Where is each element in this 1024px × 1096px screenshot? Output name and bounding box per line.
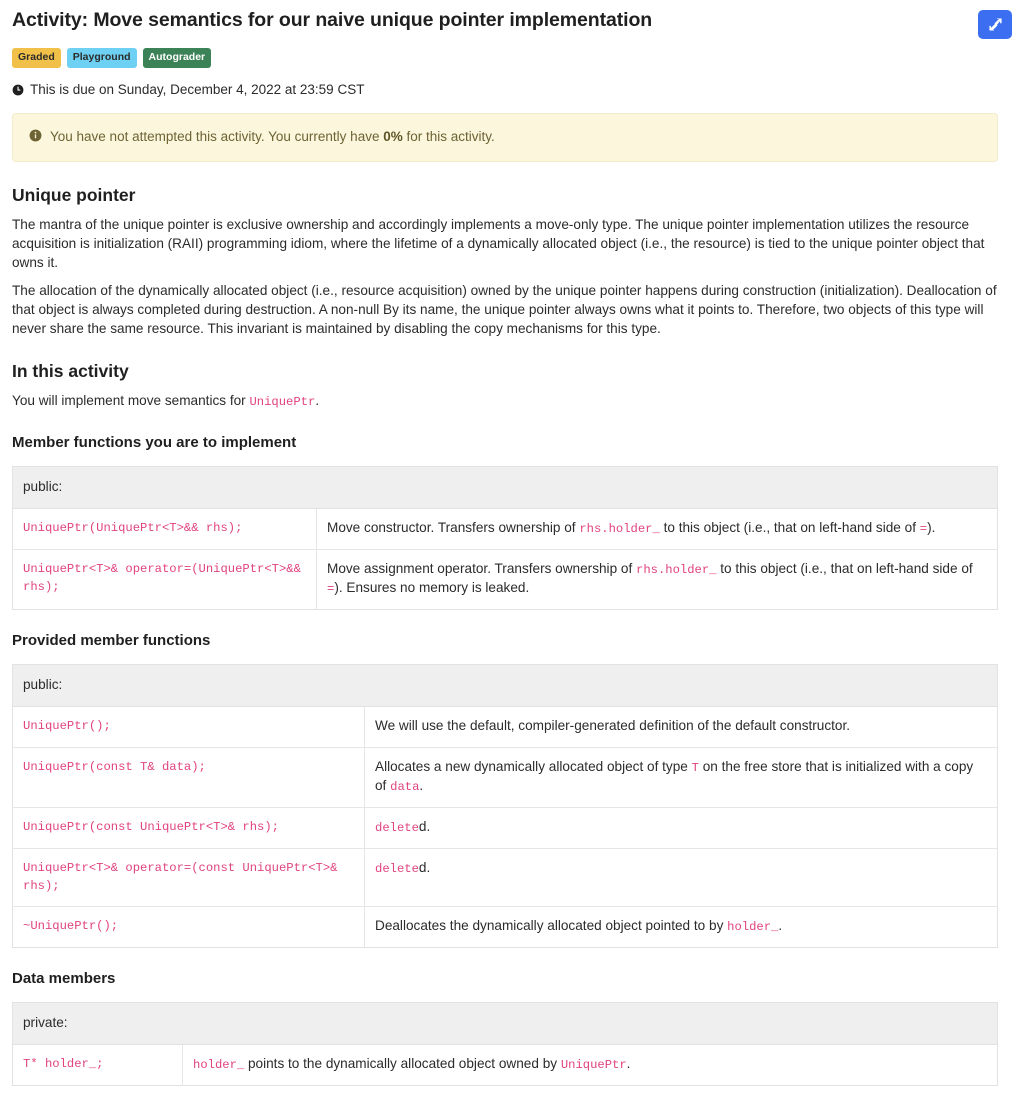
- section-heading-provided-member-functions: Provided member functions: [12, 631, 211, 649]
- member-signature: UniquePtr(UniquePtr<T>&& rhs);: [12, 508, 317, 549]
- table-row: UniquePtr(UniquePtr<T>&& rhs); Move cons…: [12, 508, 998, 549]
- badge-autograder: Autograder: [142, 48, 212, 68]
- member-description: Deallocates the dynamically allocated ob…: [364, 905, 998, 947]
- table-row: UniquePtr<T>& operator=(UniquePtr<T>&& r…: [12, 548, 998, 609]
- inline-code: holder_: [193, 1057, 245, 1072]
- member-signature: UniquePtr<T>& operator=(const UniquePtr<…: [12, 847, 365, 906]
- member-description: Move assignment operator. Transfers owne…: [316, 548, 998, 609]
- inline-code: T: [691, 760, 699, 775]
- section-heading-unique-pointer: Unique pointer: [12, 184, 136, 205]
- page-header: Activity: Move semantics for our naive u…: [12, 8, 1012, 39]
- table-header-row: public:: [12, 466, 998, 509]
- table-member-functions-to-implement: public: UniquePtr(UniquePtr<T>&& rhs); M…: [12, 465, 998, 610]
- table-row: ~UniquePtr(); Deallocates the dynamicall…: [12, 905, 998, 947]
- table-row: T* holder_; holder_ points to the dynami…: [12, 1044, 998, 1085]
- status-alert: You have not attempted this activity. Yo…: [12, 112, 998, 162]
- expand-fullscreen-button[interactable]: [978, 10, 1012, 39]
- desc-part-1: We will use the default, compiler-genera…: [375, 717, 851, 733]
- paragraph-unique-pointer-1: The mantra of the unique pointer is excl…: [12, 216, 985, 270]
- table-header-row: private:: [12, 1002, 998, 1045]
- inline-code: rhs.holder_: [579, 521, 660, 536]
- desc-part-1: Allocates a new dynamically allocated ob…: [375, 758, 692, 774]
- due-date-line: This is due on Sunday, December 4, 2022 …: [12, 81, 998, 99]
- activity-page: Activity: Move semantics for our naive u…: [0, 0, 1024, 1096]
- member-signature: UniquePtr<T>& operator=(UniquePtr<T>&& r…: [12, 548, 317, 609]
- table-row: UniquePtr(const T& data); Allocates a ne…: [12, 746, 998, 807]
- inline-code: data: [390, 779, 420, 794]
- due-date-text: This is due on Sunday, December 4, 2022 …: [30, 81, 365, 97]
- member-signature: UniquePtr();: [12, 706, 365, 747]
- status-alert-text: You have not attempted this activity. Yo…: [50, 128, 495, 146]
- page-title: Activity: Move semantics for our naive u…: [12, 9, 653, 31]
- inline-code: delete: [375, 861, 419, 876]
- inline-code-uniqueptr: UniquePtr: [249, 394, 316, 409]
- member-description: deleted.: [364, 806, 998, 848]
- expand-icon: [988, 17, 1003, 32]
- section-heading-data-members: Data members: [12, 969, 116, 987]
- desc-part-2: .: [778, 917, 783, 933]
- table-data-members: private: T* holder_; holder_ points to t…: [12, 1001, 998, 1086]
- section-heading-member-functions-to-implement: Member functions you are to implement: [12, 433, 297, 451]
- member-signature: ~UniquePtr();: [12, 905, 365, 947]
- table-header-access-specifier: public:: [12, 664, 998, 707]
- inline-code: rhs.holder_: [636, 562, 717, 577]
- clock-icon: [12, 84, 24, 96]
- member-description: deleted.: [364, 847, 998, 906]
- desc-part-2: points to the dynamically allocated obje…: [244, 1055, 561, 1071]
- inline-code: =: [919, 521, 928, 536]
- desc-part-3: .: [626, 1055, 631, 1071]
- desc-part-3: ).: [927, 519, 936, 535]
- desc-part-1: Deallocates the dynamically allocated ob…: [375, 917, 728, 933]
- desc-part-2: to this object (i.e., that on left-hand …: [716, 560, 973, 576]
- member-description: Allocates a new dynamically allocated ob…: [364, 746, 998, 807]
- table-row: UniquePtr(); We will use the default, co…: [12, 706, 998, 747]
- desc-part-1: Move assignment operator. Transfers owne…: [327, 560, 637, 576]
- info-icon: [29, 129, 42, 147]
- table-row: UniquePtr(const UniquePtr<T>& rhs); dele…: [12, 806, 998, 848]
- member-signature: UniquePtr(const T& data);: [12, 746, 365, 807]
- inline-code: UniquePtr: [560, 1057, 627, 1072]
- table-header-access-specifier: public:: [12, 466, 998, 509]
- paragraph-unique-pointer-2: The allocation of the dynamically alloca…: [12, 282, 997, 336]
- table-row: UniquePtr<T>& operator=(const UniquePtr<…: [12, 847, 998, 906]
- table-provided-member-functions: public: UniquePtr(); We will use the def…: [12, 663, 998, 948]
- table-header-access-specifier: private:: [12, 1002, 998, 1045]
- badge-playground: Playground: [66, 48, 137, 68]
- desc-part-3: .: [419, 777, 424, 793]
- table-header-row: public:: [12, 664, 998, 707]
- section-heading-in-this-activity: In this activity: [12, 360, 129, 381]
- intro-text-before: You will implement move semantics for: [12, 392, 250, 408]
- inline-code: holder_: [727, 919, 779, 934]
- desc-part-2: d.: [418, 859, 431, 875]
- member-description: Move constructor. Transfers ownership of…: [317, 508, 998, 549]
- desc-part-2: d.: [418, 818, 431, 834]
- intro-text-after: .: [315, 392, 320, 408]
- desc-part-1: Move constructor. Transfers ownership of: [327, 519, 580, 535]
- desc-part-2: to this object (i.e., that on left-hand …: [659, 519, 920, 535]
- member-signature: UniquePtr(const UniquePtr<T>& rhs);: [12, 806, 365, 848]
- desc-part-3: ). Ensures no memory is leaked.: [334, 579, 530, 595]
- alert-text-before: You have not attempted this activity. Yo…: [50, 128, 384, 144]
- inline-code: delete: [375, 820, 419, 835]
- badge-list: Graded Playground Autograder: [12, 48, 998, 68]
- alert-text-after: for this activity.: [402, 128, 495, 144]
- paragraph-in-this-activity: You will implement move semantics for Un…: [12, 391, 998, 412]
- badge-graded: Graded: [12, 48, 61, 68]
- member-signature: T* holder_;: [12, 1044, 183, 1085]
- alert-score: 0%: [383, 128, 403, 144]
- member-description: We will use the default, compiler-genera…: [365, 706, 998, 747]
- member-description: holder_ points to the dynamically alloca…: [183, 1044, 998, 1085]
